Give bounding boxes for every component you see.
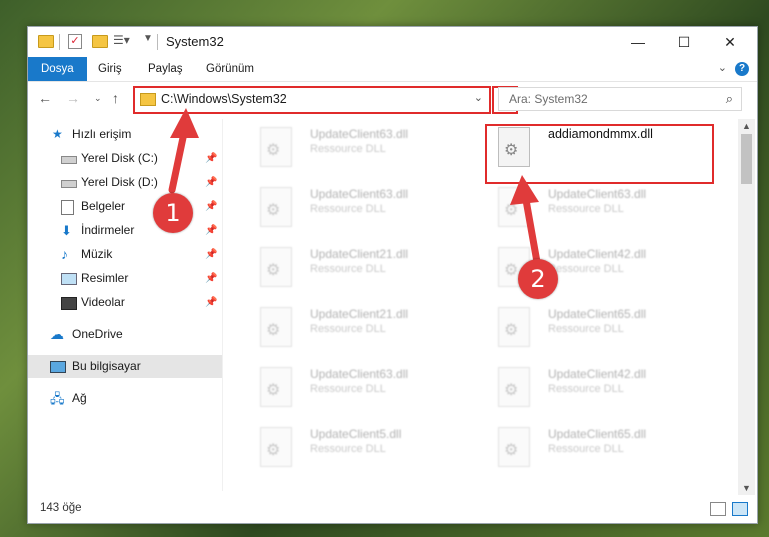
step-1-badge: 1	[153, 193, 193, 233]
arrow-1-shaft	[168, 129, 188, 194]
arrow-2-shaft	[522, 196, 541, 266]
annotation-arrows	[168, 108, 541, 266]
arrow-1-head	[170, 108, 199, 138]
arrow-2-head	[510, 175, 539, 205]
step-2-badge: 2	[518, 259, 558, 299]
